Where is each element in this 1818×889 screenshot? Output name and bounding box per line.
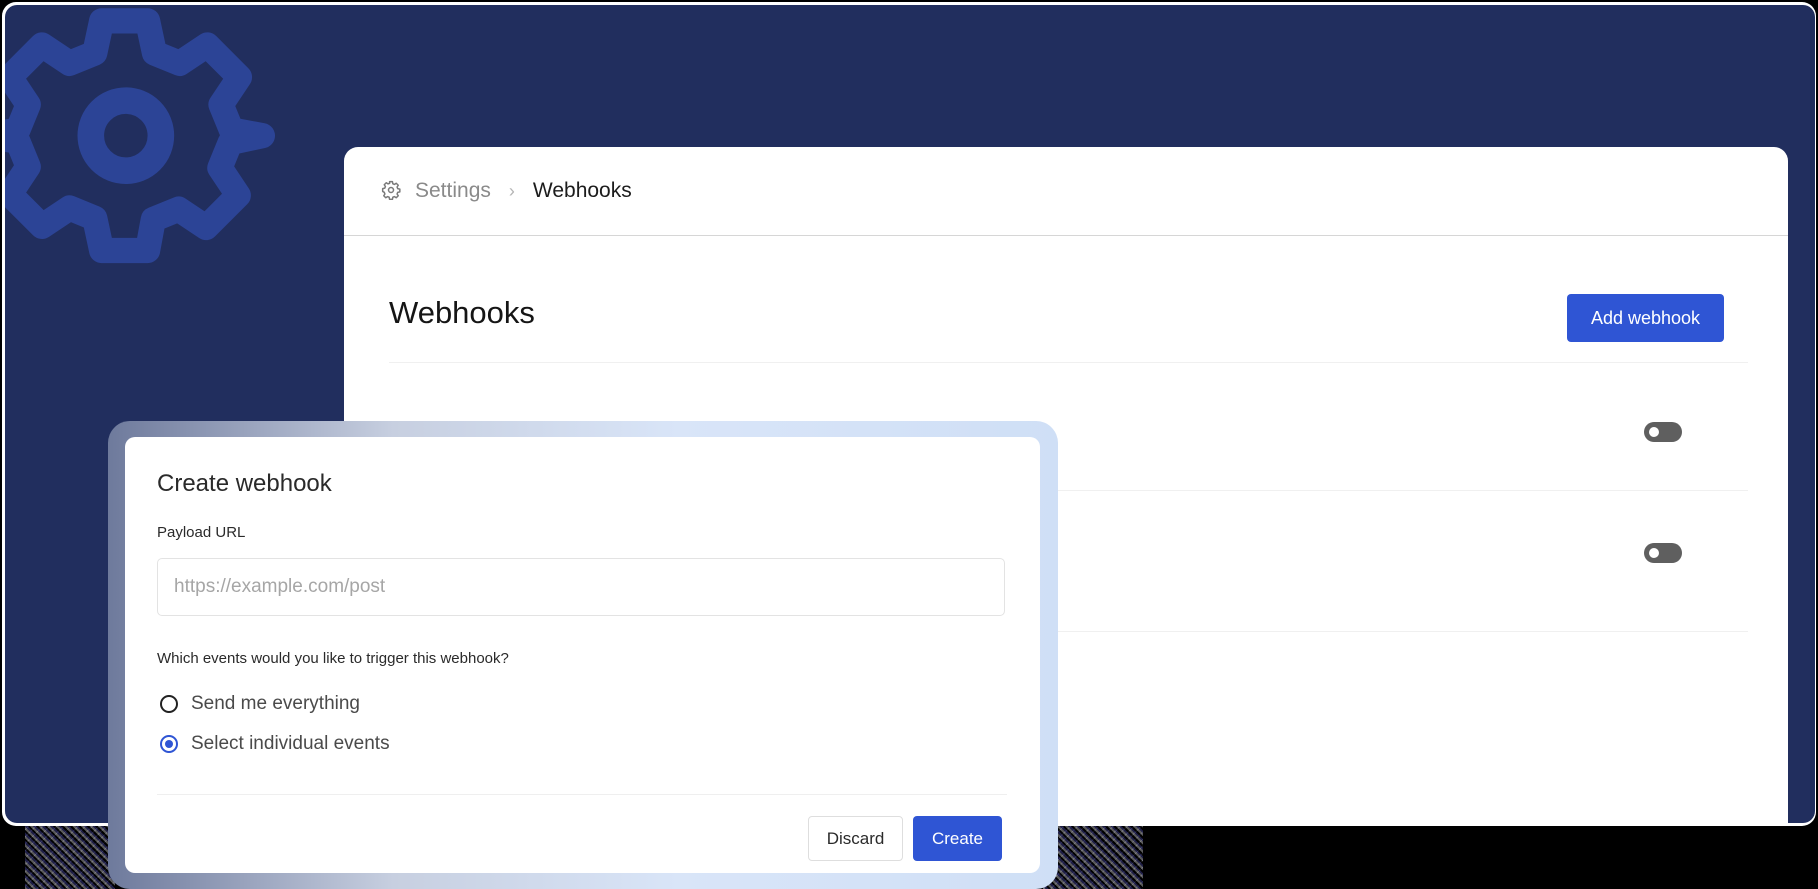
radio-send-everything[interactable]: Send me everything bbox=[157, 693, 360, 715]
add-webhook-button[interactable]: Add webhook bbox=[1567, 294, 1724, 342]
row-divider bbox=[389, 362, 1748, 363]
radio-label: Send me everything bbox=[191, 693, 360, 714]
radio-select-individual[interactable]: Select individual events bbox=[157, 733, 390, 755]
discard-button[interactable]: Discard bbox=[808, 816, 903, 861]
background-noise bbox=[1043, 826, 1143, 889]
webhook-toggle[interactable] bbox=[1644, 422, 1682, 442]
page-title: Webhooks bbox=[389, 295, 535, 330]
radio-button[interactable] bbox=[160, 695, 178, 713]
background-gear-icon bbox=[5, 8, 276, 264]
background-noise bbox=[25, 826, 115, 889]
create-webhook-dialog: Create webhook Payload URL Which events … bbox=[125, 437, 1040, 873]
breadcrumb-settings-link[interactable]: Settings bbox=[415, 179, 491, 203]
radio-label: Select individual events bbox=[191, 733, 390, 754]
radio-button-selected[interactable] bbox=[160, 735, 178, 753]
payload-url-input[interactable] bbox=[157, 558, 1005, 616]
payload-url-label: Payload URL bbox=[157, 524, 246, 541]
breadcrumb-separator: › bbox=[508, 180, 515, 201]
dialog-title: Create webhook bbox=[157, 470, 332, 497]
create-button[interactable]: Create bbox=[913, 816, 1002, 861]
dialog-divider bbox=[157, 794, 1007, 795]
events-question: Which events would you like to trigger t… bbox=[157, 650, 509, 667]
breadcrumb-current: Webhooks bbox=[532, 179, 632, 202]
webhook-toggle[interactable] bbox=[1644, 543, 1682, 563]
gear-icon bbox=[381, 180, 403, 202]
breadcrumb: Settings › Webhooks bbox=[344, 147, 1788, 236]
modal-backdrop-frame: Create webhook Payload URL Which events … bbox=[108, 421, 1058, 889]
